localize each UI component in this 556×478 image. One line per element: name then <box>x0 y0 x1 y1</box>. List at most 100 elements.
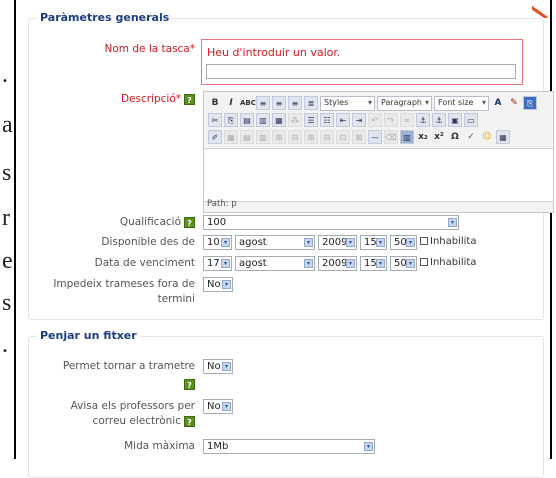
paragraph-select[interactable]: Paragraph <box>377 95 432 111</box>
editor-toolbar-row-1: B I ABC ≡ ≡ ≡ ≣ Styles Paragraph Font si… <box>208 95 537 111</box>
due-hour-select[interactable]: 15 ▾ <box>360 256 387 271</box>
special-char-icon[interactable]: Ω <box>448 130 462 144</box>
task-name-error: Heu d'introduir un valor. <box>207 46 341 59</box>
horizontal-rule-icon[interactable]: — <box>368 130 382 144</box>
numbered-list-icon[interactable]: ☷ <box>320 113 334 127</box>
delete-row-icon[interactable]: ⊟ <box>288 130 302 144</box>
margin-glyph: s <box>2 160 12 186</box>
task-name-input[interactable] <box>206 64 516 79</box>
help-icon[interactable]: ? <box>184 378 195 390</box>
page-curl-corner <box>532 0 550 18</box>
max-size-select[interactable]: 1Mb ▾ <box>203 439 375 454</box>
checkbox-icon[interactable] <box>420 258 428 266</box>
copy-icon[interactable]: ⎘ <box>224 113 238 127</box>
paste-text-icon[interactable]: ▥ <box>256 113 270 127</box>
clean-code-icon[interactable]: ⁂ <box>288 113 302 127</box>
unlink-icon[interactable]: ⚓ <box>416 113 430 127</box>
upload-file-section: Penjar un fitxer Permet tornar a trametr… <box>28 329 544 478</box>
align-right-icon[interactable]: ≡ <box>288 96 302 110</box>
html-source-icon[interactable]: ▦ <box>496 130 510 144</box>
media-icon[interactable]: ▭ <box>464 113 478 127</box>
due-disable-checkbox[interactable]: Inhabilita <box>420 257 476 268</box>
grade-label: Qualificació? <box>29 215 195 230</box>
align-left-icon[interactable]: ≡ <box>256 96 270 110</box>
due-month-select[interactable]: agost ▾ <box>235 256 315 271</box>
emoticon-icon[interactable]: ☺ <box>480 130 494 144</box>
paste-word-icon[interactable]: ▦ <box>272 113 286 127</box>
visual-aid-icon[interactable]: ▥ <box>400 130 414 144</box>
available-hour-select[interactable]: 15 ▾ <box>360 235 387 250</box>
table-icon[interactable]: ▦ <box>224 130 238 144</box>
delete-col-icon[interactable]: ⊟ <box>320 130 334 144</box>
grade-select[interactable]: 100 ▾ <box>203 215 459 230</box>
help-icon[interactable]: ? <box>184 93 195 105</box>
align-center-icon[interactable]: ≡ <box>272 96 286 110</box>
italic-icon[interactable]: I <box>224 96 238 110</box>
table-cell-icon[interactable]: ▥ <box>256 130 270 144</box>
allow-resubmit-label: Permet tornar a trametre ? <box>29 359 195 392</box>
subscript-icon[interactable]: x₂ <box>416 130 430 144</box>
available-year-select[interactable]: 2009 ▾ <box>318 235 357 250</box>
strikethrough-icon[interactable]: ABC <box>240 96 256 110</box>
anchor-icon[interactable]: ⚓ <box>432 113 446 127</box>
prevent-late-label-line2: termini <box>157 293 195 305</box>
align-justify-icon[interactable]: ≣ <box>304 96 318 110</box>
due-day-select[interactable]: 17 ▾ <box>203 256 232 271</box>
spellcheck-icon[interactable]: ✓ <box>464 130 478 144</box>
due-minute-select[interactable]: 50 ▾ <box>390 256 417 271</box>
undo-icon[interactable]: ↶ <box>368 113 382 127</box>
insert-col-icon[interactable]: ⊞ <box>304 130 318 144</box>
allow-resubmit-value: No <box>207 361 221 372</box>
styles-select[interactable]: Styles <box>320 95 375 111</box>
email-teachers-label-line2: correu electrònic <box>92 415 181 427</box>
chevron-down-icon: ▾ <box>221 259 230 268</box>
outdent-icon[interactable]: ⇤ <box>336 113 350 127</box>
margin-glyph: . <box>2 332 8 358</box>
editor-toolbar-row-3: ✐ ▦ ▤ ▥ ⊞ ⊟ ⊞ ⊟ ⊡ ⊠ — ⌫ ▥ x₂ x² Ω ✓ ☺ ▦ <box>208 129 510 145</box>
available-day-select[interactable]: 10 ▾ <box>203 235 232 250</box>
available-disable-label: Inhabilita <box>430 236 477 247</box>
available-minute-select[interactable]: 50 ▾ <box>390 235 417 250</box>
email-teachers-label-line1: Avisa els professors per <box>70 400 195 412</box>
superscript-icon[interactable]: x² <box>432 130 446 144</box>
available-month-select[interactable]: agost ▾ <box>235 235 315 250</box>
redo-icon[interactable]: ↷ <box>384 113 398 127</box>
email-teachers-select[interactable]: No ▾ <box>203 399 233 414</box>
edit-css-icon[interactable]: ✐ <box>208 130 222 144</box>
split-cells-icon[interactable]: ⊠ <box>352 130 366 144</box>
remove-format-icon[interactable]: ⌫ <box>384 130 398 144</box>
paste-icon[interactable]: ▤ <box>240 113 254 127</box>
link-icon[interactable]: ∞ <box>400 113 414 127</box>
highlight-color-icon[interactable]: ✎ <box>507 96 521 110</box>
allow-resubmit-select[interactable]: No ▾ <box>203 359 233 374</box>
prevent-late-select[interactable]: No ▾ <box>203 277 233 292</box>
bold-icon[interactable]: B <box>208 96 222 110</box>
chevron-down-icon: ▾ <box>222 402 231 411</box>
available-hour-value: 15 <box>364 237 377 248</box>
description-label-text: Descripció* <box>120 93 181 105</box>
image-icon[interactable]: ▣ <box>448 113 462 127</box>
description-textarea[interactable] <box>204 148 553 202</box>
cut-icon[interactable]: ✂ <box>208 113 222 127</box>
checkbox-icon[interactable] <box>420 237 428 245</box>
bullet-list-icon[interactable]: ☰ <box>304 113 318 127</box>
merge-cells-icon[interactable]: ⊡ <box>336 130 350 144</box>
help-icon[interactable]: ? <box>184 216 195 228</box>
available-disable-checkbox[interactable]: Inhabilita <box>420 236 476 247</box>
due-year-select[interactable]: 2009 ▾ <box>318 256 357 271</box>
chevron-down-icon: ▾ <box>222 280 231 289</box>
text-color-icon[interactable]: A <box>491 96 505 110</box>
help-icon[interactable]: ? <box>184 415 195 427</box>
available-day-value: 10 <box>207 237 220 248</box>
toggle-fullscreen-icon[interactable]: ⎘ <box>523 96 537 110</box>
document-margin: . a s r e s . <box>0 0 14 459</box>
insert-row-icon[interactable]: ⊞ <box>272 130 286 144</box>
margin-glyph: r <box>2 205 10 231</box>
font-size-select[interactable]: Font size <box>434 95 489 111</box>
table-row-icon[interactable]: ▤ <box>240 130 254 144</box>
grade-label-text: Qualificació <box>119 216 181 228</box>
indent-icon[interactable]: ⇥ <box>352 113 366 127</box>
margin-glyph: s <box>2 290 12 316</box>
chevron-down-icon: ▾ <box>376 259 385 268</box>
chevron-down-icon: ▾ <box>406 259 415 268</box>
